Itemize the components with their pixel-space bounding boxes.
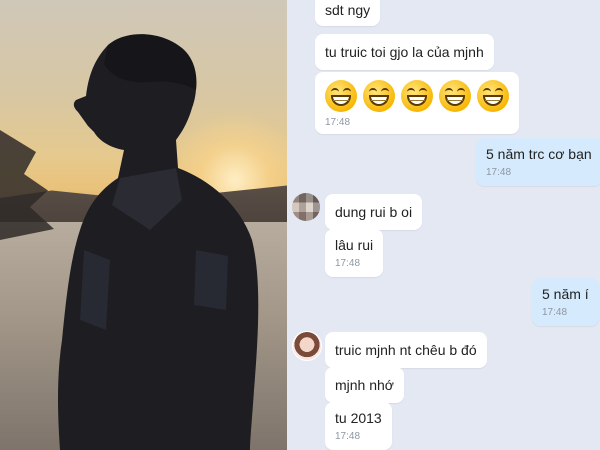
- message-text: tu truic toi gjo la của mjnh: [325, 44, 484, 60]
- grinning-face-emoji-icon: [401, 80, 433, 112]
- chat-panel[interactable]: sdt ngy tu truic toi gjo la của mjnh 17:…: [287, 0, 600, 450]
- contact-avatar-pixelated[interactable]: [292, 193, 320, 221]
- message-text: 5 năm trc cơ bạn: [486, 146, 592, 162]
- message-bubble[interactable]: truic mjnh nt chêu b đó: [325, 332, 487, 368]
- message-text: lâu rui: [335, 237, 374, 253]
- message-time: 17:48: [335, 431, 361, 442]
- message-bubble[interactable]: tu truic toi gjo la của mjnh: [315, 34, 494, 70]
- grinning-face-emoji-icon: [439, 80, 471, 112]
- message-bubble[interactable]: sdt ngy: [315, 0, 381, 26]
- profile-photo: [0, 0, 287, 450]
- message-bubble[interactable]: tu 2013 17:48: [325, 402, 392, 450]
- message-text: tu 2013: [335, 410, 382, 426]
- grinning-face-emoji-icon: [477, 80, 509, 112]
- message-text: mjnh nhớ: [335, 377, 394, 393]
- contact-avatar[interactable]: [292, 331, 322, 361]
- person-silhouette: [58, 34, 259, 450]
- message-text: truic mjnh nt chêu b đó: [335, 342, 477, 358]
- message-time: 17:48: [542, 307, 568, 318]
- message-time: 17:48: [335, 258, 361, 269]
- grinning-face-emoji-icon: [363, 80, 395, 112]
- outgoing-message-bubble[interactable]: 5 năm trc cơ bạn 17:48: [476, 138, 600, 186]
- grinning-face-emoji-icon: [325, 80, 357, 112]
- message-time: 17:48: [325, 117, 351, 128]
- emoji-message-bubble[interactable]: 17:48: [315, 72, 519, 134]
- message-time: 17:48: [486, 167, 512, 178]
- outgoing-message-bubble[interactable]: 5 năm í 17:48: [532, 278, 599, 326]
- message-text: 5 năm í: [542, 286, 589, 302]
- message-bubble[interactable]: mjnh nhớ: [325, 367, 404, 403]
- emoji-row: [325, 80, 509, 112]
- message-text: dung rui b oi: [335, 204, 413, 220]
- message-text: sdt ngy: [325, 2, 371, 18]
- message-bubble[interactable]: lâu rui 17:48: [325, 229, 384, 277]
- message-bubble[interactable]: dung rui b oi: [325, 194, 423, 230]
